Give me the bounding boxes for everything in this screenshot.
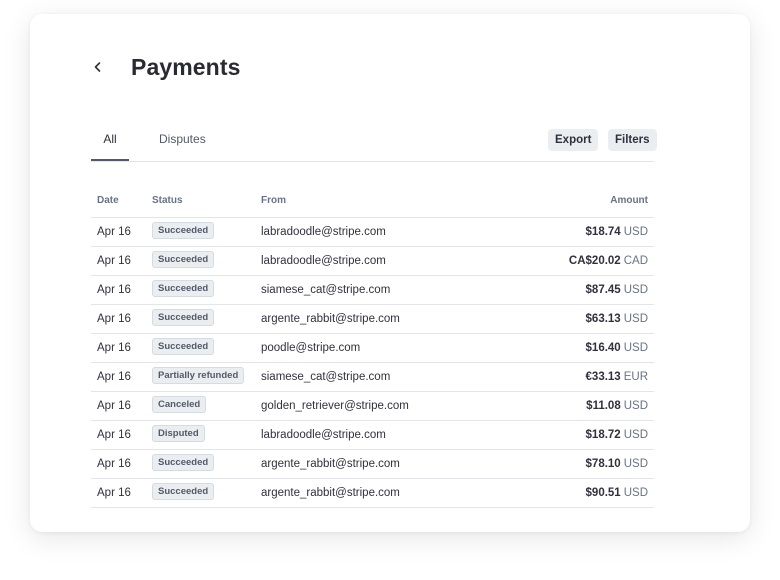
- payment-amount: $63.13 USD: [586, 305, 648, 333]
- table-row[interactable]: Apr 16 Succeeded siamese_cat@stripe.com $87…: [91, 276, 654, 305]
- column-header-amount[interactable]: Amount: [610, 195, 648, 206]
- payment-amount: $16.40 USD: [586, 334, 648, 362]
- status-badge: Disputed: [152, 425, 205, 443]
- payment-date: Apr 16: [97, 429, 131, 441]
- status-cell: Disputed: [152, 421, 205, 449]
- payment-date: Apr 16: [97, 458, 131, 470]
- table-row[interactable]: Apr 16 Succeeded argente_rabbit@stripe.com…: [91, 305, 654, 334]
- payment-from: siamese_cat@stripe.com: [261, 284, 391, 296]
- amount-currency: USD: [623, 487, 648, 499]
- amount-currency: USD: [623, 226, 648, 238]
- tab-all[interactable]: All: [91, 132, 129, 146]
- status-cell: Succeeded: [152, 276, 215, 304]
- column-header-from[interactable]: From: [261, 195, 286, 206]
- payment-amount: CA$20.02 CAD: [569, 247, 648, 275]
- status-badge: Succeeded: [152, 454, 215, 472]
- table-row[interactable]: Apr 16 Partially refunded siamese_cat@stri…: [91, 363, 654, 392]
- payment-date: Apr 16: [97, 226, 131, 238]
- payment-amount: $78.10 USD: [586, 450, 648, 478]
- payment-from: golden_retriever@stripe.com: [261, 400, 409, 412]
- status-badge: Partially refunded: [152, 367, 245, 385]
- status-badge: Succeeded: [152, 483, 215, 501]
- payment-from: labradoodle@stripe.com: [261, 255, 386, 267]
- amount-value: $78.10: [585, 458, 621, 470]
- page-title: Payments: [131, 53, 241, 80]
- payment-amount: $18.74 USD: [586, 218, 648, 246]
- status-badge: Succeeded: [152, 309, 215, 327]
- status-cell: Succeeded: [152, 334, 215, 362]
- status-badge: Succeeded: [152, 222, 215, 240]
- status-badge: Succeeded: [152, 251, 215, 269]
- payment-date: Apr 16: [97, 487, 131, 499]
- payment-date: Apr 16: [97, 255, 131, 267]
- status-cell: Succeeded: [152, 479, 215, 507]
- payments-table: Date Status From Amount Apr 16 Succeeded l…: [91, 188, 654, 508]
- payment-from: argente_rabbit@stripe.com: [261, 487, 400, 499]
- amount-value: $16.40: [585, 342, 621, 354]
- amount-currency: EUR: [623, 371, 648, 383]
- payment-amount: $11.08 USD: [586, 392, 648, 420]
- payment-from: argente_rabbit@stripe.com: [261, 313, 400, 325]
- amount-value: $87.45: [585, 284, 621, 296]
- amount-value: CA$20.02: [568, 255, 621, 267]
- table-row[interactable]: Apr 16 Succeeded argente_rabbit@stripe.com…: [91, 479, 654, 508]
- status-badge: Succeeded: [152, 280, 215, 298]
- payment-from: argente_rabbit@stripe.com: [261, 458, 400, 470]
- tabs-bar: All Disputes Export Filters: [91, 126, 657, 162]
- column-header-status[interactable]: Status: [152, 195, 183, 206]
- table-body: Apr 16 Succeeded labradoodle@stripe.com $18…: [91, 218, 654, 508]
- payment-date: Apr 16: [97, 342, 131, 354]
- tab-disputes[interactable]: Disputes: [159, 132, 206, 146]
- export-button[interactable]: Export: [548, 129, 599, 151]
- payment-amount: $90.51 USD: [586, 479, 648, 507]
- payment-date: Apr 16: [97, 284, 131, 296]
- payment-date: Apr 16: [97, 313, 131, 325]
- chevron-left-icon[interactable]: [83, 52, 113, 82]
- amount-currency: USD: [623, 400, 648, 412]
- amount-currency: CAD: [623, 255, 648, 267]
- status-badge: Canceled: [152, 396, 207, 414]
- payment-from: labradoodle@stripe.com: [261, 429, 386, 441]
- active-tab-indicator: [91, 159, 129, 161]
- status-cell: Canceled: [152, 392, 207, 420]
- table-row[interactable]: Apr 16 Succeeded labradoodle@stripe.com CA$…: [91, 247, 654, 276]
- table-row[interactable]: Apr 16 Disputed labradoodle@stripe.com $18.…: [91, 421, 654, 450]
- table-header: Date Status From Amount: [91, 188, 654, 218]
- payment-amount: €33.13 EUR: [586, 363, 648, 391]
- status-cell: Succeeded: [152, 247, 215, 275]
- status-cell: Succeeded: [152, 305, 215, 333]
- filters-button[interactable]: Filters: [608, 129, 657, 151]
- amount-value: $18.72: [585, 429, 621, 441]
- status-cell: Succeeded: [152, 218, 215, 246]
- payment-amount: $18.72 USD: [586, 421, 648, 449]
- amount-value: €33.13: [585, 371, 621, 383]
- amount-value: $11.08: [586, 400, 621, 412]
- column-header-date[interactable]: Date: [97, 195, 119, 206]
- table-row[interactable]: Apr 16 Canceled golden_retriever@stripe.co…: [91, 392, 654, 421]
- status-cell: Succeeded: [152, 450, 215, 478]
- amount-currency: USD: [623, 429, 648, 441]
- amount-value: $90.51: [585, 487, 621, 499]
- status-cell: Partially refunded: [152, 363, 245, 391]
- payment-from: labradoodle@stripe.com: [261, 226, 386, 238]
- amount-currency: USD: [623, 458, 648, 470]
- table-row[interactable]: Apr 16 Succeeded argente_rabbit@stripe.com…: [91, 450, 654, 479]
- status-badge: Succeeded: [152, 338, 215, 356]
- amount-currency: USD: [623, 284, 648, 296]
- table-row[interactable]: Apr 16 Succeeded labradoodle@stripe.com $18…: [91, 218, 654, 247]
- payment-from: poodle@stripe.com: [261, 342, 361, 354]
- amount-currency: USD: [623, 313, 648, 325]
- amount-currency: USD: [623, 342, 648, 354]
- payment-from: siamese_cat@stripe.com: [261, 371, 391, 383]
- amount-value: $18.74: [585, 226, 621, 238]
- amount-value: $63.13: [585, 313, 621, 325]
- table-row[interactable]: Apr 16 Succeeded poodle@stripe.com $16.40 US…: [91, 334, 654, 363]
- page-header: Payments: [91, 52, 240, 82]
- payments-card: Payments All Disputes Export Filters Dat…: [30, 14, 750, 532]
- payment-amount: $87.45 USD: [586, 276, 648, 304]
- payment-date: Apr 16: [97, 371, 131, 383]
- payment-date: Apr 16: [97, 400, 131, 412]
